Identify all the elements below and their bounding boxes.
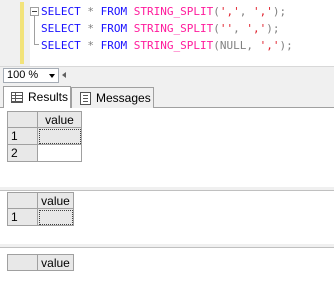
outline-line: [34, 16, 35, 44]
zoom-dropdown[interactable]: 100 %: [3, 68, 59, 83]
outline-end: [34, 44, 39, 45]
results-tabstrip: Results Messages: [0, 83, 334, 108]
grid-corner[interactable]: [7, 111, 38, 128]
tab-messages-label: Messages: [96, 91, 151, 105]
tab-messages[interactable]: Messages: [71, 87, 154, 108]
result-grid-1[interactable]: value 1 2: [0, 108, 334, 187]
messages-icon: [80, 92, 91, 105]
editor-gutter: [0, 0, 30, 66]
collapse-region-icon[interactable]: [30, 7, 39, 16]
query-editor[interactable]: SELECT * FROM STRING_SPLIT(',', ','); SEL…: [0, 0, 334, 66]
tab-results[interactable]: Results: [3, 86, 71, 108]
row-header[interactable]: 1: [7, 209, 38, 226]
row-header[interactable]: 1: [7, 128, 38, 145]
row-header[interactable]: 2: [7, 145, 38, 162]
code-line-2: SELECT * FROM STRING_SPLIT('', ',');: [41, 22, 280, 35]
scroll-left-icon[interactable]: [62, 72, 66, 78]
column-header-value[interactable]: value: [38, 254, 74, 271]
grid-icon: [11, 92, 23, 103]
code-line-1: SELECT * FROM STRING_SPLIT(',', ',');: [41, 5, 287, 18]
code-text[interactable]: SELECT * FROM STRING_SPLIT(',', ','); SEL…: [41, 3, 293, 54]
table-cell[interactable]: [38, 145, 82, 162]
table-cell[interactable]: [38, 209, 74, 226]
column-header-value[interactable]: value: [38, 111, 82, 128]
column-header-value[interactable]: value: [38, 192, 74, 209]
zoom-bar: 100 %: [0, 66, 334, 83]
table-cell[interactable]: [38, 128, 82, 145]
code-line-3: SELECT * FROM STRING_SPLIT(NULL, ',');: [41, 39, 293, 52]
zoom-value: 100 %: [7, 69, 39, 81]
tab-results-label: Results: [28, 90, 69, 104]
grid-corner[interactable]: [7, 192, 38, 209]
grid-corner[interactable]: [7, 254, 38, 271]
chevron-down-icon: [49, 74, 55, 78]
change-tracking-bar: [20, 2, 24, 64]
result-grid-2[interactable]: value 1: [0, 190, 334, 244]
result-grid-3[interactable]: value: [0, 247, 334, 284]
